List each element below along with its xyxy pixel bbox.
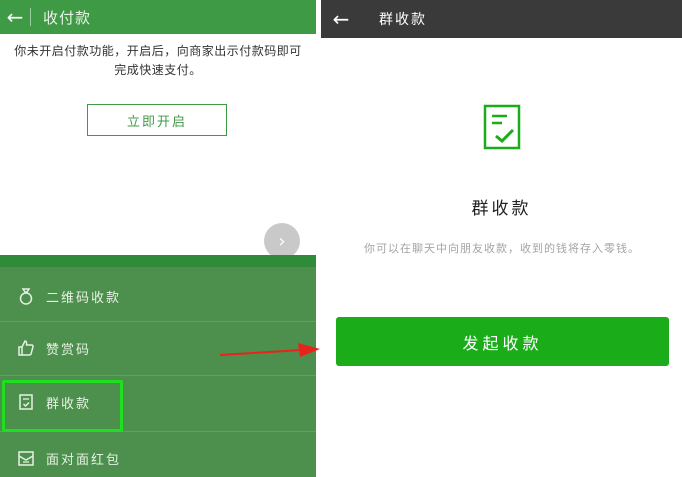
menu-item-label: 二维码收款 [46, 290, 122, 306]
chevron-right-icon[interactable]: › [264, 223, 300, 259]
thumbs-up-icon [16, 338, 36, 358]
back-arrow-icon[interactable]: ← [0, 0, 30, 34]
start-collect-button[interactable]: 发起收款 [336, 317, 669, 366]
red-arrow-icon [219, 343, 320, 357]
right-header-title: 群收款 [379, 12, 427, 28]
menu-item-label: 面对面红包 [46, 452, 122, 468]
left-screen: ← 收付款 你未开启付款功能，开启后，向商家出示付款码即可完成快速支付。 立即开… [0, 0, 316, 477]
right-screen: ← 群收款 群收款 你可以在聊天中向朋友收款，收到的钱将存入零钱。 发起收款 [321, 0, 682, 477]
right-header: ← 群收款 [321, 0, 682, 38]
left-header-title: 收付款 [43, 8, 92, 27]
payment-menu: 二维码收款 赞赏码 群收款 面对面红包 [0, 255, 316, 477]
page-title: 群收款 [471, 199, 532, 219]
screenshot-comparison: ← 收付款 你未开启付款功能，开启后，向商家出示付款码即可完成快速支付。 立即开… [0, 0, 682, 477]
payment-disabled-prompt: 你未开启付款功能，开启后，向商家出示付款码即可完成快速支付。 [14, 44, 302, 77]
menu-top-band [0, 255, 316, 267]
document-check-icon [483, 104, 521, 150]
red-packet-icon [16, 448, 36, 468]
money-bag-icon [16, 286, 36, 306]
page-description: 你可以在聊天中向朋友收款，收到的钱将存入零钱。 [364, 242, 640, 255]
open-now-button[interactable]: 立即开启 [87, 104, 227, 136]
menu-item-qr-collect[interactable]: 二维码收款 [0, 269, 316, 323]
back-arrow-icon[interactable]: ← [321, 0, 361, 38]
highlight-box [2, 380, 123, 432]
left-header: ← 收付款 [0, 0, 316, 34]
header-divider [30, 8, 31, 26]
menu-item-label: 赞赏码 [46, 342, 92, 358]
menu-item-face-to-face-red-packet[interactable]: 面对面红包 [0, 431, 316, 477]
